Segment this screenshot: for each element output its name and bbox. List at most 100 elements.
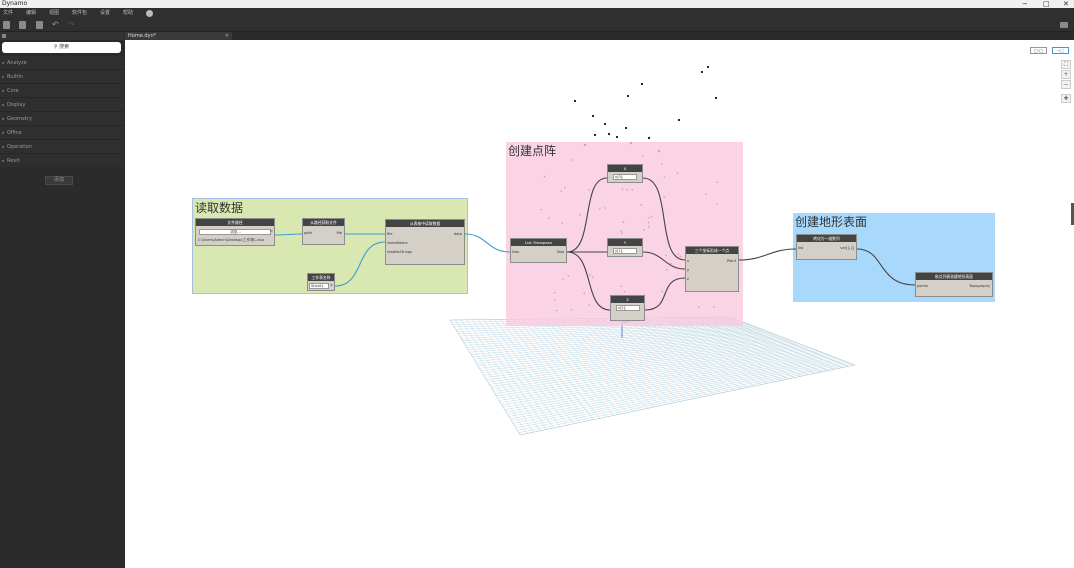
menu-view[interactable]: 视图 — [49, 8, 59, 19]
preview-point — [603, 122, 607, 126]
add-button[interactable]: 添加 — [45, 176, 73, 185]
node-list-transpose[interactable]: List.Transpose lists lists — [510, 238, 567, 263]
node-title: 文件路径 — [196, 219, 274, 226]
grid-line — [514, 360, 846, 426]
code-block-y-input[interactable]: y[1]; — [613, 248, 637, 254]
output-port-lists[interactable]: lists — [557, 250, 564, 254]
node-title: 转化为一维数列 — [797, 235, 856, 242]
workspace-canvas[interactable]: 读取数据 创建点阵 创建地形表面 文件路径 浏览... > C:\Users\A… — [125, 40, 1074, 568]
output-port-file[interactable]: file — [337, 231, 342, 235]
library-category-geometry[interactable]: Geometry — [0, 112, 124, 126]
menu-bar: 文件 编辑 视图 软件包 设置 帮助 — [0, 8, 1074, 19]
library-category-analyze[interactable]: Analyze — [0, 56, 124, 70]
output-port-flat[interactable]: var[]..[] — [840, 246, 854, 250]
library-category-core[interactable]: Core — [0, 84, 124, 98]
node-code-block-z[interactable]: Z z[2]; — [610, 295, 645, 321]
node-title: 从路径获取文件 — [303, 219, 344, 226]
input-port-sheetname[interactable]: sheetName — [387, 241, 408, 245]
library-header — [0, 32, 124, 40]
grid-line — [508, 357, 836, 417]
preview-point — [677, 118, 681, 122]
grid-line — [512, 360, 843, 424]
output-port-point[interactable]: Point — [727, 259, 736, 263]
geometry-view-toggle[interactable]: →□ — [1052, 47, 1069, 54]
output-port-icon[interactable]: > — [330, 283, 333, 287]
camera-icon[interactable] — [1060, 22, 1068, 28]
zoom-in-button[interactable]: + — [1061, 70, 1071, 79]
menu-packages[interactable]: 软件包 — [72, 8, 87, 19]
node-title: Z — [611, 296, 644, 303]
graph-view-toggle[interactable]: □-□ — [1030, 47, 1047, 54]
toolbar: ↶ ↷ — [0, 19, 1074, 32]
pan-button[interactable]: ✚ — [1061, 94, 1071, 103]
preview-point — [700, 70, 704, 74]
code-block-z-input[interactable]: z[2]; — [616, 305, 640, 311]
group-title: 创建地形表面 — [795, 215, 868, 229]
preview-point — [615, 135, 619, 139]
library-icon — [2, 34, 6, 38]
node-excel-read[interactable]: 从表格中读取数据 file sheetName readAsStrings da… — [385, 219, 465, 265]
zoom-to-fit-button[interactable]: ⛶ — [1061, 60, 1071, 69]
node-code-block-x[interactable]: X x[0]; — [607, 164, 643, 183]
node-point-by-coordinates[interactable]: 三个坐标形成一个点 x y z Point — [685, 246, 739, 292]
input-port-file[interactable]: file — [387, 232, 392, 236]
open-file-icon[interactable] — [19, 21, 26, 29]
output-port-icon[interactable]: > — [270, 229, 273, 233]
library-category-operation[interactable]: Operation — [0, 140, 124, 154]
library-category-office[interactable]: Office — [0, 126, 124, 140]
window-title: Dynamo — [2, 0, 28, 7]
preview-point — [573, 99, 577, 103]
menu-help[interactable]: 帮助 — [123, 8, 133, 19]
group-title: 读取数据 — [195, 201, 244, 215]
browse-button[interactable]: 浏览... — [199, 229, 271, 235]
input-port-x[interactable]: x — [687, 259, 689, 263]
output-port-data[interactable]: data — [454, 232, 462, 236]
preview-point — [626, 94, 630, 98]
node-file-path[interactable]: 文件路径 浏览... > C:\Users\Admin\Desktop\工作簿1… — [195, 218, 275, 246]
library-empty-area — [0, 167, 124, 568]
maximize-button[interactable]: □ — [1043, 0, 1050, 8]
input-port-path[interactable]: path — [304, 231, 312, 235]
node-flatten[interactable]: 转化为一维数列 list var[]..[] — [796, 234, 857, 260]
input-port-points[interactable]: points — [917, 284, 928, 288]
preview-point — [607, 132, 611, 136]
redo-icon[interactable]: ↷ — [68, 21, 77, 29]
group-title: 创建点阵 — [508, 144, 557, 158]
preview-point — [714, 96, 718, 100]
close-button[interactable]: ✕ — [1063, 0, 1069, 8]
library-category-display[interactable]: Display — [0, 98, 124, 112]
menu-settings[interactable]: 设置 — [100, 8, 110, 19]
input-port-readasstrings[interactable]: readAsStrings — [387, 250, 412, 254]
info-icon[interactable] — [146, 10, 153, 17]
output-port-topography[interactable]: Topography — [969, 284, 990, 288]
node-title: 工作表名称 — [308, 274, 334, 281]
zoom-out-button[interactable]: − — [1061, 80, 1071, 89]
menu-file[interactable]: 文件 — [3, 8, 13, 19]
minimize-button[interactable]: − — [1022, 0, 1028, 8]
library-sidebar: ⚲ 搜索 Analyze Builtin Core Display Geomet… — [0, 40, 124, 568]
library-search[interactable]: ⚲ 搜索 — [2, 42, 121, 53]
input-port-y[interactable]: y — [687, 268, 689, 272]
input-port-list[interactable]: list — [798, 246, 803, 250]
undo-icon[interactable]: ↶ — [52, 21, 61, 29]
node-sheet-name[interactable]: 工作表名称 Sheet1 > — [307, 273, 335, 291]
input-port-z[interactable]: z — [687, 277, 689, 281]
node-title: List.Transpose — [511, 239, 566, 246]
node-topography-from-points[interactable]: 依点列表创建地形表面 points Topography — [915, 272, 993, 297]
new-file-icon[interactable] — [3, 21, 10, 29]
grid-line — [518, 363, 853, 433]
sheet-name-input[interactable]: Sheet1 — [309, 283, 329, 289]
menu-edit[interactable]: 编辑 — [26, 8, 36, 19]
node-title: 从表格中读取数据 — [386, 220, 464, 227]
tab-close-icon[interactable]: ✕ — [225, 32, 229, 40]
topography-grid — [450, 317, 855, 435]
code-block-x-input[interactable]: x[0]; — [613, 174, 637, 180]
input-port-lists[interactable]: lists — [512, 250, 519, 254]
node-file-from-path[interactable]: 从路径获取文件 path file — [302, 218, 345, 245]
tab-home[interactable]: Home.dyn* ✕ — [125, 32, 232, 40]
save-icon[interactable] — [36, 21, 43, 29]
library-category-revit[interactable]: Revit — [0, 154, 124, 168]
preview-point — [706, 65, 710, 69]
library-category-builtin[interactable]: Builtin — [0, 70, 124, 84]
node-code-block-y[interactable]: Y y[1]; — [607, 238, 643, 257]
